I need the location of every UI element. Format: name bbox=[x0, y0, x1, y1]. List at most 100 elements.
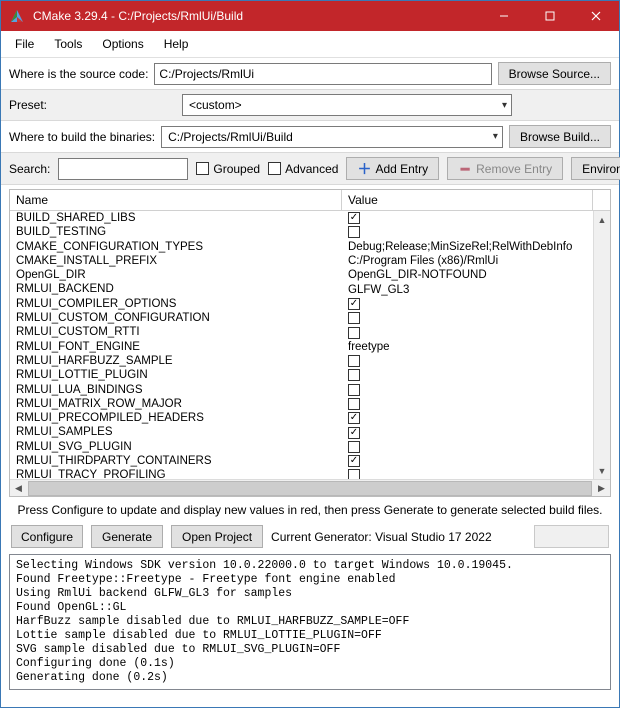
output-log[interactable]: Selecting Windows SDK version 10.0.22000… bbox=[9, 554, 611, 690]
environment-button[interactable]: Environment... bbox=[571, 157, 620, 180]
table-row[interactable]: RMLUI_COMPILER_OPTIONS✓ bbox=[10, 297, 593, 311]
vertical-scrollbar[interactable]: ▲ ▼ bbox=[593, 211, 610, 479]
cache-table: Name Value BUILD_SHARED_LIBS✓BUILD_TESTI… bbox=[9, 189, 611, 497]
table-row[interactable]: RMLUI_TRACY_PROFILING bbox=[10, 468, 593, 479]
column-value[interactable]: Value bbox=[342, 190, 593, 210]
stop-button[interactable] bbox=[534, 525, 609, 548]
cell-value[interactable] bbox=[342, 440, 593, 454]
action-row: Configure Generate Open Project Current … bbox=[1, 523, 619, 554]
maximize-button[interactable] bbox=[527, 1, 573, 31]
cell-value[interactable] bbox=[342, 383, 593, 397]
build-label: Where to build the binaries: bbox=[9, 130, 155, 144]
menubar: File Tools Options Help bbox=[1, 31, 619, 58]
cell-value[interactable] bbox=[342, 368, 593, 382]
remove-entry-label: Remove Entry bbox=[476, 162, 552, 176]
cell-name: RMLUI_SVG_PLUGIN bbox=[10, 440, 342, 454]
cell-name: RMLUI_TRACY_PROFILING bbox=[10, 468, 342, 479]
search-label: Search: bbox=[9, 162, 50, 176]
cell-value[interactable] bbox=[342, 325, 593, 339]
scroll-down-icon: ▼ bbox=[594, 462, 610, 479]
checkbox-icon bbox=[348, 312, 360, 324]
cell-value[interactable]: ✓ bbox=[342, 425, 593, 439]
minus-icon: ━ bbox=[458, 162, 472, 176]
add-entry-label: Add Entry bbox=[375, 162, 428, 176]
preset-value: <custom> bbox=[189, 98, 242, 112]
checkbox-icon bbox=[348, 384, 360, 396]
cell-name: OpenGL_DIR bbox=[10, 268, 342, 282]
table-row[interactable]: CMAKE_INSTALL_PREFIXC:/Program Files (x8… bbox=[10, 254, 593, 268]
cell-value[interactable]: ✓ bbox=[342, 297, 593, 311]
table-row[interactable]: RMLUI_HARFBUZZ_SAMPLE bbox=[10, 354, 593, 368]
cell-value[interactable]: GLFW_GL3 bbox=[342, 282, 593, 296]
grouped-checkbox[interactable]: Grouped bbox=[196, 162, 260, 176]
source-input[interactable] bbox=[154, 63, 491, 85]
cell-value[interactable] bbox=[342, 354, 593, 368]
cell-name: CMAKE_CONFIGURATION_TYPES bbox=[10, 240, 342, 254]
table-row[interactable]: RMLUI_LUA_BINDINGS bbox=[10, 383, 593, 397]
advanced-checkbox[interactable]: Advanced bbox=[268, 162, 338, 176]
build-value: C:/Projects/RmlUi/Build bbox=[168, 130, 293, 144]
search-input[interactable] bbox=[58, 158, 188, 180]
menu-file[interactable]: File bbox=[7, 35, 42, 53]
close-button[interactable] bbox=[573, 1, 619, 31]
cell-value[interactable]: ✓ bbox=[342, 211, 593, 225]
cell-value[interactable] bbox=[342, 311, 593, 325]
table-row[interactable]: RMLUI_SVG_PLUGIN bbox=[10, 440, 593, 454]
checkbox-icon: ✓ bbox=[348, 212, 360, 224]
scrollbar-thumb bbox=[28, 481, 592, 496]
build-combo[interactable]: C:/Projects/RmlUi/Build ▾ bbox=[161, 126, 503, 148]
cell-value[interactable]: Debug;Release;MinSizeRel;RelWithDebInfo bbox=[342, 240, 593, 254]
chevron-down-icon: ▾ bbox=[493, 131, 498, 142]
window-title: CMake 3.29.4 - C:/Projects/RmlUi/Build bbox=[33, 9, 481, 23]
add-entry-button[interactable]: ＋ Add Entry bbox=[346, 157, 439, 180]
generator-label: Current Generator: Visual Studio 17 2022 bbox=[271, 530, 492, 544]
table-row[interactable]: CMAKE_CONFIGURATION_TYPESDebug;Release;M… bbox=[10, 240, 593, 254]
generate-button[interactable]: Generate bbox=[91, 525, 163, 548]
table-row[interactable]: RMLUI_MATRIX_ROW_MAJOR bbox=[10, 397, 593, 411]
configure-button[interactable]: Configure bbox=[11, 525, 83, 548]
table-row[interactable]: RMLUI_SAMPLES✓ bbox=[10, 425, 593, 439]
horizontal-scrollbar[interactable]: ◀ ▶ bbox=[10, 479, 610, 496]
browse-build-button[interactable]: Browse Build... bbox=[509, 125, 611, 148]
table-row[interactable]: RMLUI_CUSTOM_RTTI bbox=[10, 325, 593, 339]
table-row[interactable]: BUILD_SHARED_LIBS✓ bbox=[10, 211, 593, 225]
menu-help[interactable]: Help bbox=[156, 35, 197, 53]
cell-value[interactable]: ✓ bbox=[342, 411, 593, 425]
cell-name: RMLUI_FONT_ENGINE bbox=[10, 340, 342, 354]
remove-entry-button[interactable]: ━ Remove Entry bbox=[447, 157, 563, 180]
table-row[interactable]: BUILD_TESTING bbox=[10, 225, 593, 239]
hint-text: Press Configure to update and display ne… bbox=[1, 497, 619, 523]
cell-name: RMLUI_HARFBUZZ_SAMPLE bbox=[10, 354, 342, 368]
checkbox-icon: ✓ bbox=[348, 298, 360, 310]
checkbox-icon bbox=[348, 398, 360, 410]
checkbox-icon bbox=[348, 469, 360, 479]
table-row[interactable]: RMLUI_BACKENDGLFW_GL3 bbox=[10, 282, 593, 296]
chevron-down-icon: ▾ bbox=[502, 100, 507, 111]
cell-value[interactable]: OpenGL_DIR-NOTFOUND bbox=[342, 268, 593, 282]
checkbox-icon bbox=[348, 441, 360, 453]
cell-value[interactable]: ✓ bbox=[342, 454, 593, 468]
cell-value[interactable] bbox=[342, 468, 593, 479]
cell-value[interactable] bbox=[342, 225, 593, 239]
table-row[interactable]: OpenGL_DIROpenGL_DIR-NOTFOUND bbox=[10, 268, 593, 282]
scroll-up-icon: ▲ bbox=[594, 211, 610, 228]
column-name[interactable]: Name bbox=[10, 190, 342, 210]
preset-combo[interactable]: <custom> ▾ bbox=[182, 94, 512, 116]
table-row[interactable]: RMLUI_PRECOMPILED_HEADERS ✓ bbox=[10, 411, 593, 425]
minimize-button[interactable] bbox=[481, 1, 527, 31]
menu-tools[interactable]: Tools bbox=[46, 35, 90, 53]
cell-name: RMLUI_MATRIX_ROW_MAJOR bbox=[10, 397, 342, 411]
cell-value[interactable]: freetype bbox=[342, 340, 593, 354]
cell-name: RMLUI_PRECOMPILED_HEADERS bbox=[10, 411, 342, 425]
cell-value[interactable] bbox=[342, 397, 593, 411]
checkbox-icon: ✓ bbox=[348, 412, 360, 424]
table-row[interactable]: RMLUI_CUSTOM_CONFIGURATION bbox=[10, 311, 593, 325]
preset-row: Preset: <custom> ▾ bbox=[1, 89, 619, 121]
table-row[interactable]: RMLUI_THIRDPARTY_CONTAINERS✓ bbox=[10, 454, 593, 468]
menu-options[interactable]: Options bbox=[94, 35, 151, 53]
table-row[interactable]: RMLUI_FONT_ENGINEfreetype bbox=[10, 340, 593, 354]
cell-value[interactable]: C:/Program Files (x86)/RmlUi bbox=[342, 254, 593, 268]
open-project-button[interactable]: Open Project bbox=[171, 525, 263, 548]
table-row[interactable]: RMLUI_LOTTIE_PLUGIN bbox=[10, 368, 593, 382]
browse-source-button[interactable]: Browse Source... bbox=[498, 62, 611, 85]
